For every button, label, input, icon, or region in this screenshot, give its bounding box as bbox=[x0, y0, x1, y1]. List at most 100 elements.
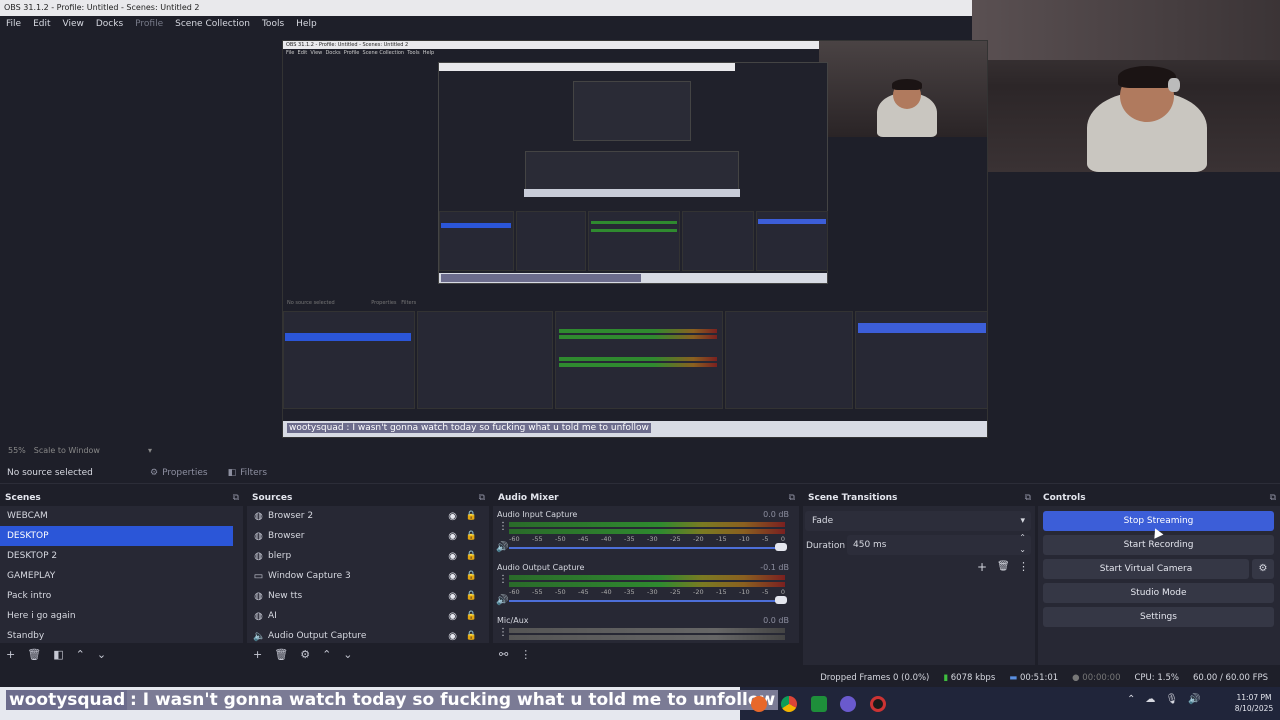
start-recording-button[interactable]: Start Recording bbox=[1043, 535, 1274, 555]
scenes-footer: + 🗑 ◧ ⌃ ⌄ bbox=[0, 643, 243, 665]
studio-mode-button[interactable]: Studio Mode bbox=[1043, 583, 1274, 603]
mic-icon[interactable]: 🎙 bbox=[1165, 694, 1178, 705]
volume-slider-handle[interactable] bbox=[775, 596, 787, 604]
scene-item[interactable]: Here i go again bbox=[0, 606, 233, 626]
more-icon[interactable]: ⋮ bbox=[520, 648, 531, 661]
lock-icon[interactable]: 🔒 bbox=[466, 611, 477, 621]
more-icon[interactable]: ⋮ bbox=[498, 627, 508, 638]
move-up-icon[interactable]: ⌃ bbox=[76, 648, 85, 661]
sources-dock: Sources ⧉ ◍ Browser 2 ◉ 🔒 ◍ Browser ◉ 🔒 ◍ blerp ◉… bbox=[247, 490, 489, 665]
clock-time: 11:07 PM bbox=[1236, 693, 1272, 702]
eye-icon[interactable]: ◉ bbox=[448, 611, 457, 622]
menu-profile[interactable]: Profile bbox=[129, 19, 169, 29]
scene-item[interactable]: DESKTOP 2 bbox=[0, 546, 233, 566]
source-item[interactable]: ▭ Window Capture 3 ◉ 🔒 bbox=[247, 566, 489, 586]
filter-icon[interactable]: ◧ bbox=[53, 648, 63, 661]
volume-slider[interactable] bbox=[509, 547, 785, 549]
lock-icon[interactable]: 🔒 bbox=[466, 631, 477, 641]
chevron-up-icon[interactable]: ⌃ bbox=[1127, 694, 1135, 705]
menu-tools[interactable]: Tools bbox=[256, 19, 290, 29]
move-down-icon[interactable]: ⌄ bbox=[97, 648, 106, 661]
scene-item-selected[interactable]: DESKTOP bbox=[0, 526, 233, 546]
volume-icon[interactable]: 🔊 bbox=[1188, 694, 1200, 705]
source-item[interactable]: ◍ AI ◉ 🔒 bbox=[247, 606, 489, 626]
trash-icon[interactable]: 🗑 bbox=[997, 561, 1010, 572]
stepper-icon[interactable]: ⌃ ⌄ bbox=[1019, 532, 1026, 556]
transition-select[interactable]: Fade ▾ bbox=[805, 511, 1031, 531]
settings-button[interactable]: Settings bbox=[1043, 607, 1274, 627]
xbox-icon[interactable] bbox=[811, 696, 827, 712]
scene-item[interactable]: WEBCAM bbox=[0, 506, 233, 526]
start-virtual-camera-button[interactable]: Start Virtual Camera bbox=[1043, 559, 1249, 579]
chrome-icon[interactable] bbox=[781, 696, 797, 712]
undock-icon[interactable]: ⧉ bbox=[1025, 490, 1031, 506]
lock-icon[interactable]: 🔒 bbox=[466, 571, 477, 581]
duration-input[interactable]: 450 ms ⌃ ⌄ bbox=[847, 532, 1031, 556]
lock-icon[interactable]: 🔒 bbox=[466, 591, 477, 601]
lock-icon[interactable]: 🔒 bbox=[466, 551, 477, 561]
chevron-down-icon: ▾ bbox=[1020, 516, 1025, 526]
eye-icon[interactable]: ◉ bbox=[448, 551, 457, 562]
scene-item[interactable]: GAMEPLAY bbox=[0, 566, 233, 586]
status-bar: Dropped Frames 0 (0.0%) ▮ 6078 kbps ▬ 00… bbox=[0, 669, 1280, 687]
cloud-icon[interactable]: ☁ bbox=[1145, 694, 1155, 705]
eye-icon[interactable]: ◉ bbox=[448, 571, 457, 582]
link-icon[interactable]: ⚯ bbox=[499, 648, 508, 661]
obs-icon[interactable] bbox=[870, 696, 886, 712]
more-icon[interactable]: ⋮ bbox=[1018, 560, 1029, 573]
add-icon[interactable]: + bbox=[6, 648, 15, 661]
more-icon[interactable]: ⋮ bbox=[498, 574, 508, 585]
scale-mode-select[interactable]: Scale to Window bbox=[34, 446, 100, 455]
menu-help[interactable]: Help bbox=[290, 19, 323, 29]
trash-icon[interactable]: 🗑 bbox=[274, 648, 288, 661]
chevron-down-icon[interactable]: ▾ bbox=[148, 446, 152, 455]
undock-icon[interactable]: ⧉ bbox=[479, 490, 485, 506]
add-icon[interactable]: + bbox=[253, 648, 262, 661]
scene-item[interactable]: Pack intro bbox=[0, 586, 233, 606]
undock-icon[interactable]: ⧉ bbox=[1270, 490, 1276, 506]
window-icon: ▭ bbox=[253, 570, 264, 582]
source-item[interactable]: ◍ blerp ◉ 🔒 bbox=[247, 546, 489, 566]
undock-icon[interactable]: ⧉ bbox=[789, 490, 795, 506]
volume-slider-handle[interactable] bbox=[775, 543, 787, 551]
globe-icon: ◍ bbox=[254, 610, 263, 622]
zoom-level[interactable]: 55% bbox=[8, 446, 26, 455]
speaker-icon[interactable]: 🔊 bbox=[496, 542, 508, 553]
gear-icon[interactable]: ⚙ bbox=[1252, 559, 1274, 579]
speaker-icon[interactable]: 🔊 bbox=[496, 595, 508, 606]
eye-icon[interactable]: ◉ bbox=[448, 591, 457, 602]
source-item[interactable]: ◍ Browser 2 ◉ 🔒 bbox=[247, 506, 489, 526]
eye-icon[interactable]: ◉ bbox=[448, 511, 457, 522]
filter-icon: ◧ bbox=[227, 467, 237, 478]
move-up-icon[interactable]: ⌃ bbox=[322, 648, 331, 661]
cpu-usage: CPU: 1.5% bbox=[1134, 673, 1179, 683]
source-item[interactable]: ◍ New tts ◉ 🔒 bbox=[247, 586, 489, 606]
trash-icon[interactable]: 🗑 bbox=[27, 648, 41, 661]
nested-webcam bbox=[819, 41, 987, 137]
menu-edit[interactable]: Edit bbox=[27, 19, 56, 29]
webcam-feed bbox=[972, 0, 1280, 172]
add-icon[interactable]: + bbox=[977, 560, 987, 574]
source-item[interactable]: ◍ Browser ◉ 🔒 bbox=[247, 526, 489, 546]
chat-username: wootysquad bbox=[6, 690, 129, 710]
lock-icon[interactable]: 🔒 bbox=[466, 511, 477, 521]
menu-file[interactable]: File bbox=[0, 19, 27, 29]
properties-button[interactable]: ⚙ Properties bbox=[140, 468, 218, 478]
eye-icon[interactable]: ◉ bbox=[448, 631, 457, 642]
lock-icon[interactable]: 🔒 bbox=[466, 531, 477, 541]
menu-scene-collection[interactable]: Scene Collection bbox=[169, 19, 256, 29]
clock[interactable]: 11:07 PM 8/10/2025 bbox=[1232, 692, 1276, 714]
gear-icon[interactable]: ⚙ bbox=[300, 648, 310, 661]
move-down-icon[interactable]: ⌄ bbox=[343, 648, 352, 661]
menu-docks[interactable]: Docks bbox=[90, 19, 129, 29]
undock-icon[interactable]: ⧉ bbox=[233, 490, 239, 506]
more-icon[interactable]: ⋮ bbox=[498, 521, 508, 532]
menu-view[interactable]: View bbox=[57, 19, 90, 29]
filters-button[interactable]: ◧ Filters bbox=[218, 468, 278, 478]
stream-icon: ▬ bbox=[1009, 673, 1018, 683]
firefox-icon[interactable] bbox=[751, 696, 767, 712]
eye-icon[interactable]: ◉ bbox=[448, 531, 457, 542]
window-title: OBS 31.1.2 - Profile: Untitled - Scenes:… bbox=[0, 0, 972, 16]
volume-slider[interactable] bbox=[509, 600, 785, 602]
discord-icon[interactable] bbox=[840, 696, 856, 712]
